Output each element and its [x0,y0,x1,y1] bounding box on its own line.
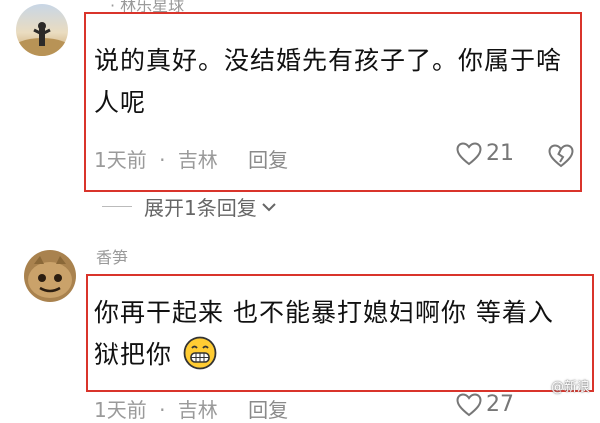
comment-location: 吉林 [177,398,218,422]
avatar[interactable] [24,250,76,302]
username[interactable]: 香笋 [96,244,128,268]
watermark: @新浪 [550,380,590,395]
meta-separator: · [159,398,166,422]
comment-text: 你再干起来 也不能暴打媳妇啊你 等着入狱把你 [94,292,574,376]
comment-2: 香笋 你再干起来 也不能暴打媳妇啊你 等着入狱把你 1天前 · 吉林 回复 27 [0,0,600,422]
comment-text-content: 你再干起来 也不能暴打媳妇啊你 等着入狱把你 [94,298,554,369]
avatar-image [24,250,76,302]
grin-emoji-icon [183,336,217,370]
like-button[interactable]: 27 [456,392,514,417]
comment-time: 1天前 [94,398,147,422]
heart-icon [456,392,482,416]
like-count: 27 [486,392,514,417]
reply-button[interactable]: 回复 [248,398,288,422]
